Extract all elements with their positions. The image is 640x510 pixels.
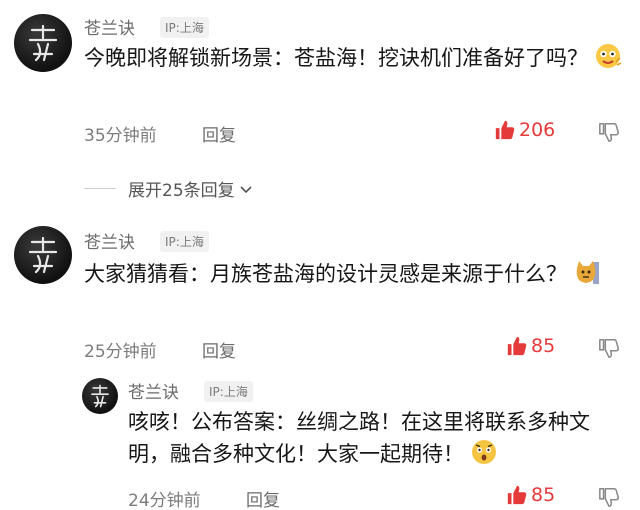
comment-text: 大家猜猜看：月族苍盐海的设计灵感是来源于什么？ [84, 258, 624, 290]
like-count: 85 [531, 335, 556, 357]
username[interactable]: 苍兰诀 [128, 378, 179, 403]
avatar[interactable] [14, 14, 72, 72]
like-count: 85 [531, 484, 556, 506]
reply-button[interactable]: 回复 [246, 486, 280, 510]
like-button[interactable]: 206 [494, 119, 555, 141]
calligraphy-logo-icon [28, 236, 58, 274]
ip-location-badge: IP:上海 [160, 17, 209, 38]
expand-replies-label: 展开25条回复 [128, 181, 235, 201]
avatar[interactable] [82, 378, 118, 414]
ip-location-badge: IP:上海 [204, 381, 253, 402]
like-button[interactable]: 85 [506, 484, 555, 506]
thumbs-down-icon[interactable] [598, 486, 620, 508]
timestamp: 25分钟前 [84, 342, 157, 362]
thumbs-down-icon[interactable] [598, 337, 620, 359]
timestamp: 35分钟前 [84, 126, 157, 146]
like-count: 206 [519, 119, 556, 141]
reply-button[interactable]: 回复 [202, 337, 236, 362]
comment-text: 今晚即将解锁新场景：苍盐海！挖诀机们准备好了吗？ [84, 42, 624, 74]
username[interactable]: 苍兰诀 [84, 14, 135, 39]
thumbs-up-icon [507, 485, 527, 505]
reply-text: 咳咳！公布答案：丝绸之路！在这里将联系多种文明，融合多种文化！大家一起期待！ [128, 410, 590, 466]
calligraphy-logo-icon [91, 384, 109, 408]
timestamp: 24分钟前 [128, 491, 201, 510]
excited-face-emoji-icon [594, 42, 622, 70]
surprised-face-emoji-icon [470, 438, 498, 466]
avatar[interactable] [14, 226, 72, 284]
like-button[interactable]: 85 [506, 335, 555, 357]
ip-location-badge: IP:上海 [160, 231, 209, 252]
thumbs-up-icon [507, 336, 527, 356]
expand-replies-button[interactable]: 展开25条回复 [84, 176, 253, 201]
thinking-cat-emoji-icon [573, 258, 601, 286]
chevron-down-icon [240, 185, 252, 193]
username[interactable]: 苍兰诀 [84, 228, 135, 253]
thumbs-up-icon [495, 120, 515, 140]
divider [84, 188, 116, 189]
calligraphy-logo-icon [28, 24, 58, 62]
thumbs-down-icon[interactable] [598, 121, 620, 143]
reply-button[interactable]: 回复 [202, 121, 236, 146]
